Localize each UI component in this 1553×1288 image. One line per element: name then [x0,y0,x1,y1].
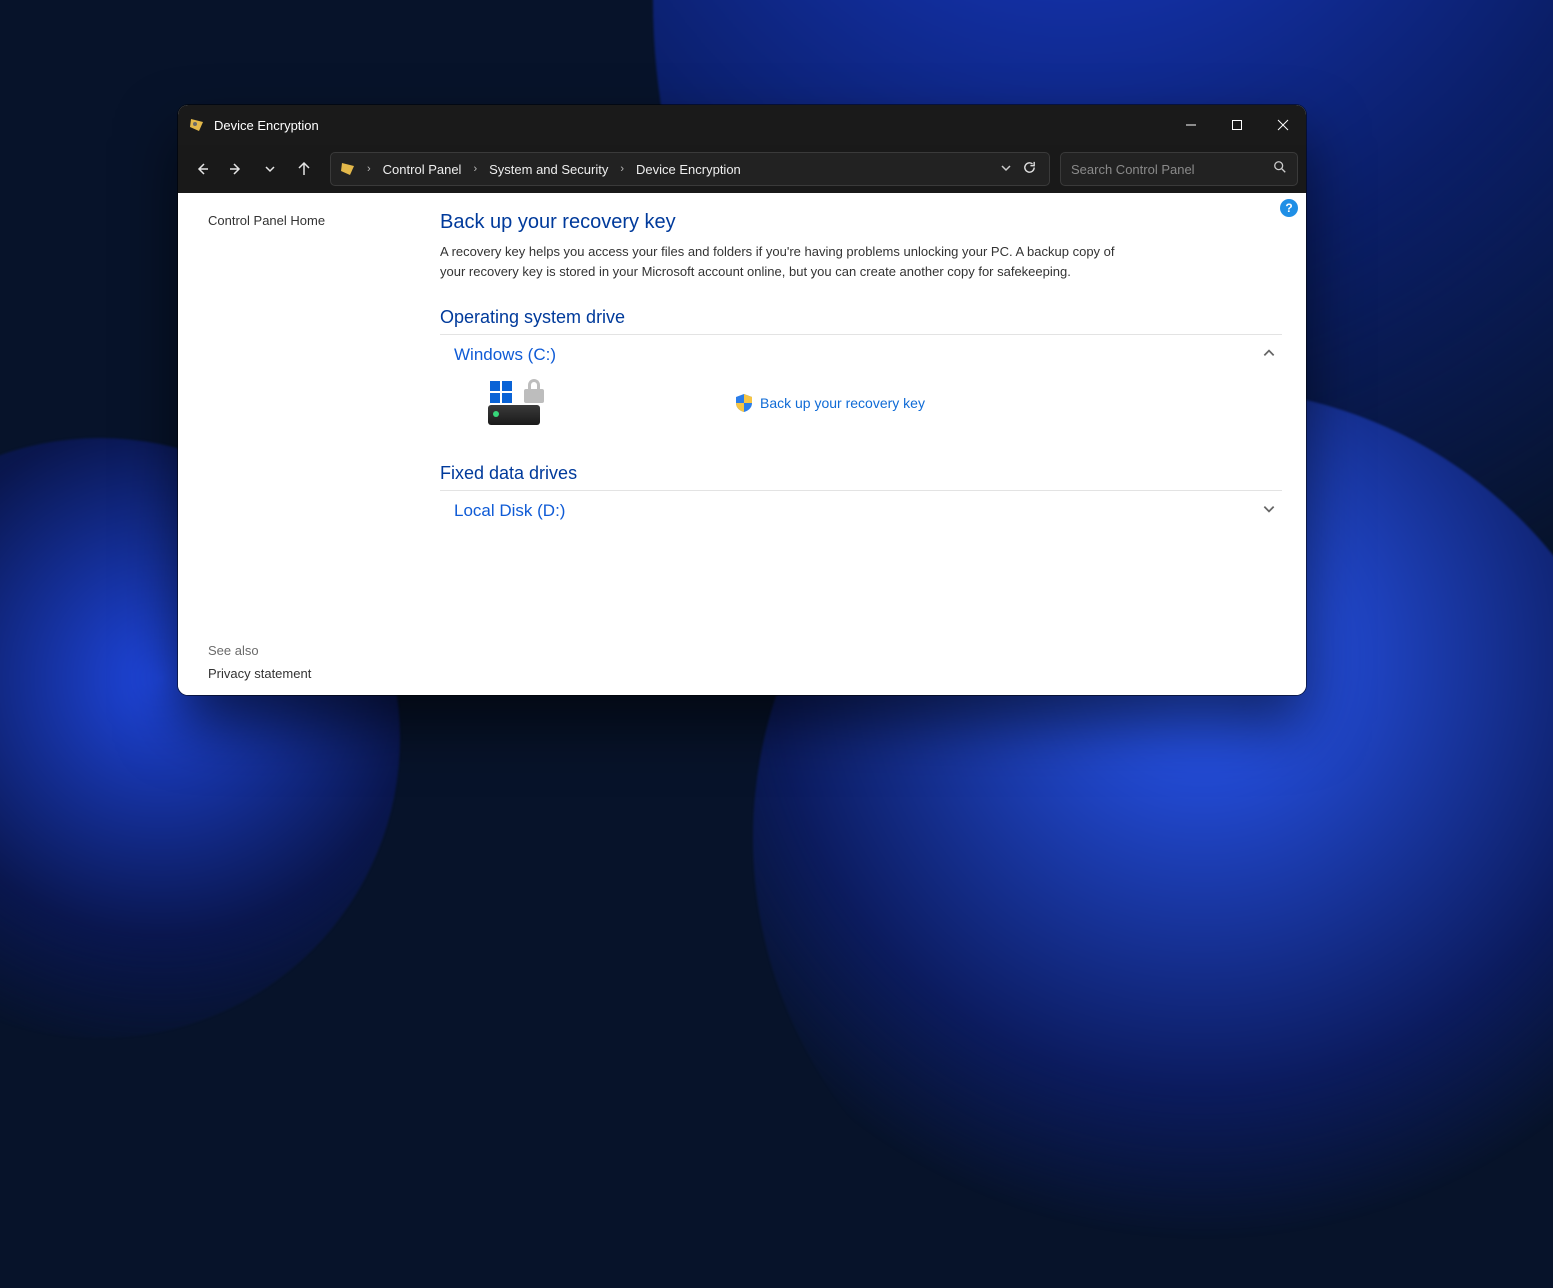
backup-recovery-key-label: Back up your recovery key [760,395,925,411]
up-button[interactable] [288,153,320,185]
control-panel-home-link[interactable]: Control Panel Home [208,213,412,228]
window-title: Device Encryption [214,118,319,133]
page-description: A recovery key helps you access your fil… [440,242,1140,281]
fixed-drive-header[interactable]: Local Disk (D:) [440,491,1282,531]
main-panel: Back up your recovery key A recovery key… [412,193,1306,695]
shield-icon [736,394,752,412]
window-controls [1168,105,1306,145]
breadcrumb-item[interactable]: System and Security [485,160,612,179]
address-bar[interactable]: › Control Panel › System and Security › … [330,152,1050,186]
titlebar[interactable]: Device Encryption [178,105,1306,145]
forward-button[interactable] [220,153,252,185]
chevron-right-icon[interactable]: › [616,163,628,175]
see-also-label: See also [208,643,412,658]
drive-icon [488,381,546,425]
sidebar: Control Panel Home See also Privacy stat… [178,193,412,695]
control-panel-window: Device Encryption [178,105,1306,695]
backup-recovery-key-link[interactable]: Back up your recovery key [736,394,925,412]
chevron-right-icon[interactable]: › [363,163,375,175]
recent-dropdown-button[interactable] [254,153,286,185]
chevron-down-icon [1262,502,1276,521]
address-dropdown-button[interactable] [1000,162,1012,177]
breadcrumb-item[interactable]: Control Panel [379,160,466,179]
windows-logo-icon [490,381,512,403]
chevron-right-icon[interactable]: › [469,163,481,175]
fixed-drive-name: Local Disk (D:) [454,501,565,521]
maximize-button[interactable] [1214,105,1260,145]
os-drive-body: Back up your recovery key [440,375,1282,453]
location-icon [339,160,357,178]
chevron-up-icon [1262,346,1276,365]
back-button[interactable] [186,153,218,185]
lock-icon [524,379,544,403]
search-input[interactable] [1071,162,1273,177]
help-icon[interactable]: ? [1280,199,1298,217]
close-button[interactable] [1260,105,1306,145]
page-heading: Back up your recovery key [440,211,1282,234]
search-box[interactable] [1060,152,1298,186]
os-drive-name: Windows (C:) [454,345,556,365]
search-icon[interactable] [1273,160,1287,179]
minimize-button[interactable] [1168,105,1214,145]
app-icon [188,116,206,134]
os-drive-group-heading: Operating system drive [440,307,1282,335]
content-area: ? Control Panel Home See also Privacy st… [178,193,1306,695]
privacy-statement-link[interactable]: Privacy statement [208,666,412,681]
os-drive-header[interactable]: Windows (C:) [440,335,1282,375]
navigation-bar: › Control Panel › System and Security › … [178,145,1306,193]
breadcrumb-item[interactable]: Device Encryption [632,160,745,179]
refresh-button[interactable] [1022,160,1037,178]
fixed-drive-group-heading: Fixed data drives [440,463,1282,491]
